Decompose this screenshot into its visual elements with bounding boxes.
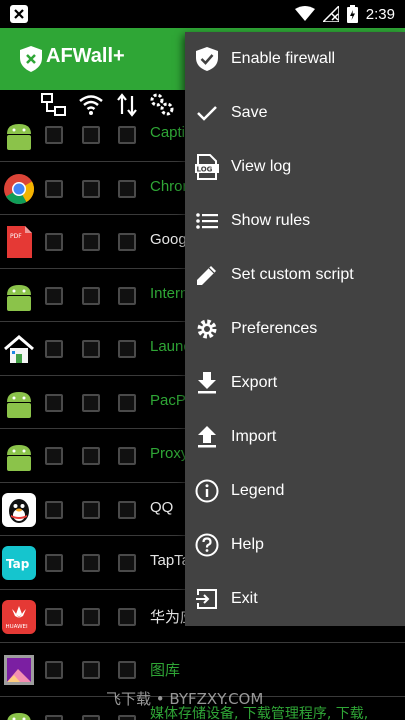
- lan-checkbox[interactable]: [45, 393, 63, 412]
- lan-checkbox[interactable]: [45, 340, 63, 358]
- taptap-icon: Tap: [2, 546, 36, 580]
- menu-item-label: Show rules: [231, 212, 311, 229]
- app-name: 图库: [150, 662, 181, 679]
- help-icon: [195, 533, 219, 557]
- watermark: 飞下载 • BYFZXY.COM 媒体存储设备, 下载管理程序, 下载,: [0, 686, 405, 720]
- wifi-checkbox[interactable]: [82, 661, 100, 679]
- android-icon: [7, 391, 31, 418]
- mobile-checkbox[interactable]: [118, 447, 136, 465]
- watermark-text: 媒体存储设备, 下载管理程序, 下载,: [150, 706, 369, 720]
- menu-item-preferences[interactable]: Preferences: [185, 302, 405, 356]
- menu-item-view-log[interactable]: LOG View log: [185, 140, 405, 194]
- overflow-menu: Enable firewall Save LOG View log Show r…: [185, 32, 405, 626]
- lan-checkbox[interactable]: [45, 179, 63, 198]
- wifi-checkbox[interactable]: [82, 126, 100, 144]
- svg-text:PDF: PDF: [10, 233, 22, 240]
- mobile-checkbox[interactable]: [118, 500, 136, 519]
- android-icon: [7, 124, 31, 150]
- menu-item-import[interactable]: Import: [185, 410, 405, 464]
- app-title: AFWall+: [46, 45, 125, 67]
- menu-item-show-rules[interactable]: Show rules: [185, 194, 405, 248]
- status-bar: 2:39: [0, 0, 405, 28]
- mobile-checkbox[interactable]: [118, 179, 136, 198]
- qq-icon: [2, 492, 36, 527]
- menu-item-export[interactable]: Export: [185, 356, 405, 410]
- gear-icon: [195, 317, 219, 341]
- mobile-checkbox[interactable]: [118, 607, 136, 626]
- gallery-icon: [4, 655, 34, 685]
- pdf-icon: PDF: [7, 226, 32, 258]
- menu-item-label: Import: [231, 428, 277, 445]
- wifi-checkbox[interactable]: [82, 393, 100, 412]
- android-icon: [7, 445, 31, 471]
- lan-checkbox[interactable]: [45, 286, 63, 305]
- menu-item-exit[interactable]: Exit: [185, 572, 405, 626]
- menu-item-help[interactable]: Help: [185, 518, 405, 572]
- menu-item-save[interactable]: Save: [185, 86, 405, 140]
- log-icon: LOG: [195, 154, 219, 180]
- lan-checkbox[interactable]: [45, 554, 63, 572]
- android-icon: [7, 284, 31, 311]
- wifi-checkbox[interactable]: [82, 340, 100, 358]
- app-name: PacP: [150, 391, 186, 409]
- chrome-icon: [4, 173, 35, 204]
- lan-checkbox[interactable]: [45, 447, 63, 465]
- exit-icon: [195, 587, 219, 611]
- battery-charging-icon: [346, 5, 358, 23]
- shield-check-icon: [195, 47, 219, 71]
- no-signal-icon: [322, 6, 339, 22]
- status-right: 2:39: [294, 4, 395, 24]
- lan-checkbox[interactable]: [45, 126, 63, 144]
- wifi-checkbox[interactable]: [82, 179, 100, 198]
- menu-item-label: Preferences: [231, 320, 318, 337]
- wifi-checkbox[interactable]: [82, 607, 100, 626]
- huawei-icon: HUAWEI: [2, 599, 36, 634]
- svg-text:HUAWEI: HUAWEI: [6, 624, 29, 630]
- pencil-icon: [195, 263, 219, 287]
- upload-icon: [195, 425, 219, 449]
- menu-item-legend[interactable]: Legend: [185, 464, 405, 518]
- menu-item-label: Set custom script: [231, 266, 354, 283]
- menu-item-set-custom-script[interactable]: Set custom script: [185, 248, 405, 302]
- app-name: Proxy: [150, 445, 189, 462]
- lan-checkbox[interactable]: [45, 500, 63, 519]
- wifi-checkbox[interactable]: [82, 554, 100, 572]
- info-icon: [195, 479, 219, 503]
- menu-item-label: Enable firewall: [231, 50, 336, 67]
- mobile-checkbox[interactable]: [118, 126, 136, 144]
- mobile-checkbox[interactable]: [118, 393, 136, 412]
- wifi-checkbox[interactable]: [82, 500, 100, 519]
- download-icon: [195, 371, 219, 395]
- wifi-checkbox[interactable]: [82, 233, 100, 251]
- list-icon: [195, 209, 219, 233]
- svg-text:Tap: Tap: [6, 557, 30, 571]
- menu-item-label: Save: [231, 104, 268, 121]
- menu-item-label: Help: [231, 536, 264, 553]
- mobile-checkbox[interactable]: [118, 286, 136, 305]
- lan-checkbox[interactable]: [45, 607, 63, 626]
- menu-item-label: View log: [231, 158, 292, 175]
- mobile-checkbox[interactable]: [118, 554, 136, 572]
- menu-item-enable-firewall[interactable]: Enable firewall: [185, 32, 405, 86]
- menu-item-label: Export: [231, 374, 278, 391]
- menu-item-label: Legend: [231, 482, 285, 499]
- check-icon: [195, 101, 219, 125]
- afwall-logo-icon: [20, 46, 42, 72]
- mobile-checkbox[interactable]: [118, 340, 136, 358]
- notification-close-icon: [10, 5, 28, 23]
- lan-checkbox[interactable]: [45, 661, 63, 679]
- wifi-checkbox[interactable]: [82, 447, 100, 465]
- wifi-checkbox[interactable]: [82, 286, 100, 305]
- mobile-checkbox[interactable]: [118, 661, 136, 679]
- app-name: QQ: [150, 498, 174, 516]
- mobile-checkbox[interactable]: [118, 233, 136, 251]
- svg-text:LOG: LOG: [197, 166, 213, 174]
- home-icon: [4, 335, 34, 363]
- clock: 2:39: [365, 5, 395, 23]
- wifi-signal-icon: [294, 6, 315, 21]
- lan-checkbox[interactable]: [45, 233, 63, 251]
- menu-item-label: Exit: [231, 590, 258, 607]
